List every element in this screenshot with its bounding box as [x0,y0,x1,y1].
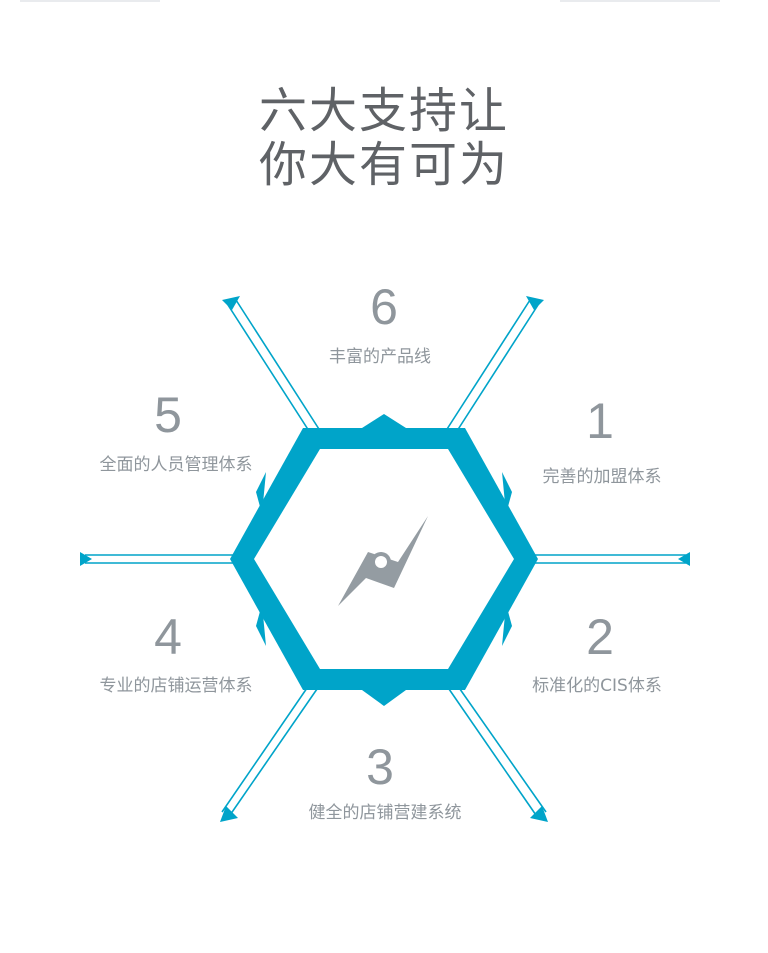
node-number: 3 [366,739,394,795]
hexagon-notch-top [362,414,406,428]
node-4: 4 专业的店铺运营体系 [100,609,253,696]
node-number: 5 [154,387,182,443]
six-support-diagram: 6 丰富的产品线 5 全面的人员管理体系 1 完善的加盟体系 4 专业的店铺运营… [80,279,690,823]
spoke-lower-right [439,671,547,819]
spoke-left [85,554,240,564]
node-label: 丰富的产品线 [329,347,431,367]
node-1: 1 完善的加盟体系 [543,393,662,487]
node-5: 5 全面的人员管理体系 [100,387,253,475]
node-label: 健全的店铺营建系统 [309,803,462,823]
node-2: 2 标准化的CIS体系 [532,609,662,696]
node-number: 6 [370,279,398,335]
spoke-cap-lower-right [530,806,548,822]
node-number: 1 [586,393,614,449]
node-label: 完善的加盟体系 [543,467,662,487]
spoke-cap-right [678,552,690,566]
node-number: 2 [586,609,614,665]
spoke-cap-left [80,552,92,566]
spoke-upper-left [227,299,327,446]
node-6: 6 丰富的产品线 [329,279,431,367]
node-label: 标准化的CIS体系 [532,676,662,696]
node-label: 专业的店铺运营体系 [100,676,253,696]
node-number: 4 [154,609,182,665]
spoke-right [528,554,686,564]
spoke-upper-right [439,299,539,446]
node-label: 全面的人员管理体系 [100,455,253,475]
compass-center-dot [375,556,387,568]
hexagon-notch-bottom [362,690,406,706]
node-3: 3 健全的店铺营建系统 [309,739,462,823]
